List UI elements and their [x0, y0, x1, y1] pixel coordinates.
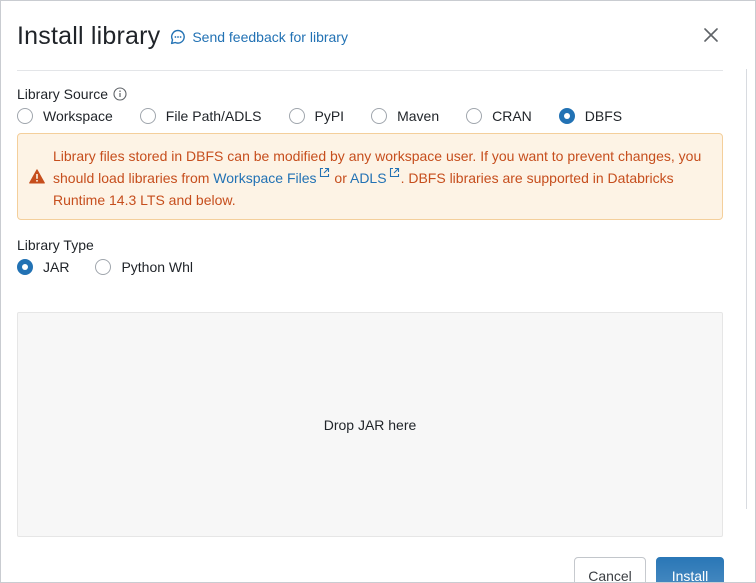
- workspace-files-link-text: Workspace Files: [213, 170, 317, 186]
- scrollbar[interactable]: [743, 1, 755, 582]
- adls-link[interactable]: ADLS: [349, 167, 401, 186]
- radio-source-workspace[interactable]: Workspace: [17, 108, 113, 124]
- radio-source-dbfs[interactable]: DBFS: [558, 108, 623, 124]
- radio-circle[interactable]: [558, 108, 575, 124]
- radio-label: DBFS: [584, 108, 623, 124]
- radio-circle[interactable]: [95, 259, 112, 275]
- install-library-dialog: Install library Send feedback for librar…: [0, 0, 756, 583]
- library-source-label: Library Source: [17, 86, 127, 102]
- send-feedback-link[interactable]: Send feedback for library: [170, 29, 348, 45]
- radio-type-jar[interactable]: JAR: [17, 259, 69, 275]
- radio-type-python-whl[interactable]: Python Whl: [95, 259, 193, 275]
- close-button[interactable]: [699, 23, 723, 47]
- radio-label: Python Whl: [121, 259, 194, 275]
- warning-text: Library files stored in DBFS can be modi…: [53, 145, 714, 211]
- chat-bubble-icon: [171, 29, 186, 45]
- radio-label: Maven: [397, 108, 440, 124]
- radio-label: JAR: [43, 259, 70, 275]
- dbfs-warning-alert: Library files stored in DBFS can be modi…: [17, 133, 723, 220]
- external-link-icon: [389, 167, 399, 178]
- radio-circle[interactable]: [17, 259, 33, 275]
- scrollbar-thumb[interactable]: [746, 69, 753, 509]
- library-source-radio-group: Workspace File Path/ADLS PyPI Maven CRAN…: [17, 108, 622, 124]
- info-icon[interactable]: [113, 87, 127, 101]
- adls-link-text: ADLS: [349, 170, 387, 186]
- radio-source-file-path-adls[interactable]: File Path/ADLS: [139, 108, 262, 124]
- workspace-files-link[interactable]: Workspace Files: [213, 167, 330, 186]
- jar-drop-zone[interactable]: Drop JAR here: [17, 312, 723, 537]
- library-type-radio-group: JAR Python Whl: [17, 259, 193, 275]
- dialog-title: Install library: [17, 21, 161, 50]
- radio-label: File Path/ADLS: [165, 108, 262, 124]
- radio-circle[interactable]: [17, 108, 33, 124]
- install-button-label: Install: [671, 568, 709, 583]
- radio-source-maven[interactable]: Maven: [371, 108, 439, 124]
- radio-circle[interactable]: [466, 108, 483, 124]
- radio-source-cran[interactable]: CRAN: [466, 108, 532, 124]
- library-type-label-text: Library Type: [17, 237, 94, 253]
- radio-circle[interactable]: [139, 108, 156, 124]
- library-type-label: Library Type: [17, 237, 94, 253]
- dialog-header: Install library Send feedback for librar…: [17, 19, 735, 53]
- send-feedback-label: Send feedback for library: [192, 29, 348, 45]
- warning-icon: [29, 169, 45, 184]
- radio-circle[interactable]: [371, 108, 388, 124]
- radio-circle[interactable]: [288, 108, 305, 124]
- header-divider: [17, 70, 723, 71]
- close-icon: [704, 28, 718, 42]
- warning-text-part: or: [330, 170, 350, 186]
- install-button[interactable]: Install: [656, 557, 724, 583]
- external-link-icon: [319, 167, 329, 178]
- radio-label: CRAN: [492, 108, 532, 124]
- radio-label: PyPI: [314, 108, 345, 124]
- radio-label: Workspace: [43, 108, 113, 124]
- drop-zone-text: Drop JAR here: [323, 416, 417, 433]
- radio-source-pypi[interactable]: PyPI: [288, 108, 345, 124]
- library-source-label-text: Library Source: [17, 86, 109, 102]
- cancel-button[interactable]: Cancel: [574, 557, 646, 583]
- cancel-button-label: Cancel: [588, 568, 632, 583]
